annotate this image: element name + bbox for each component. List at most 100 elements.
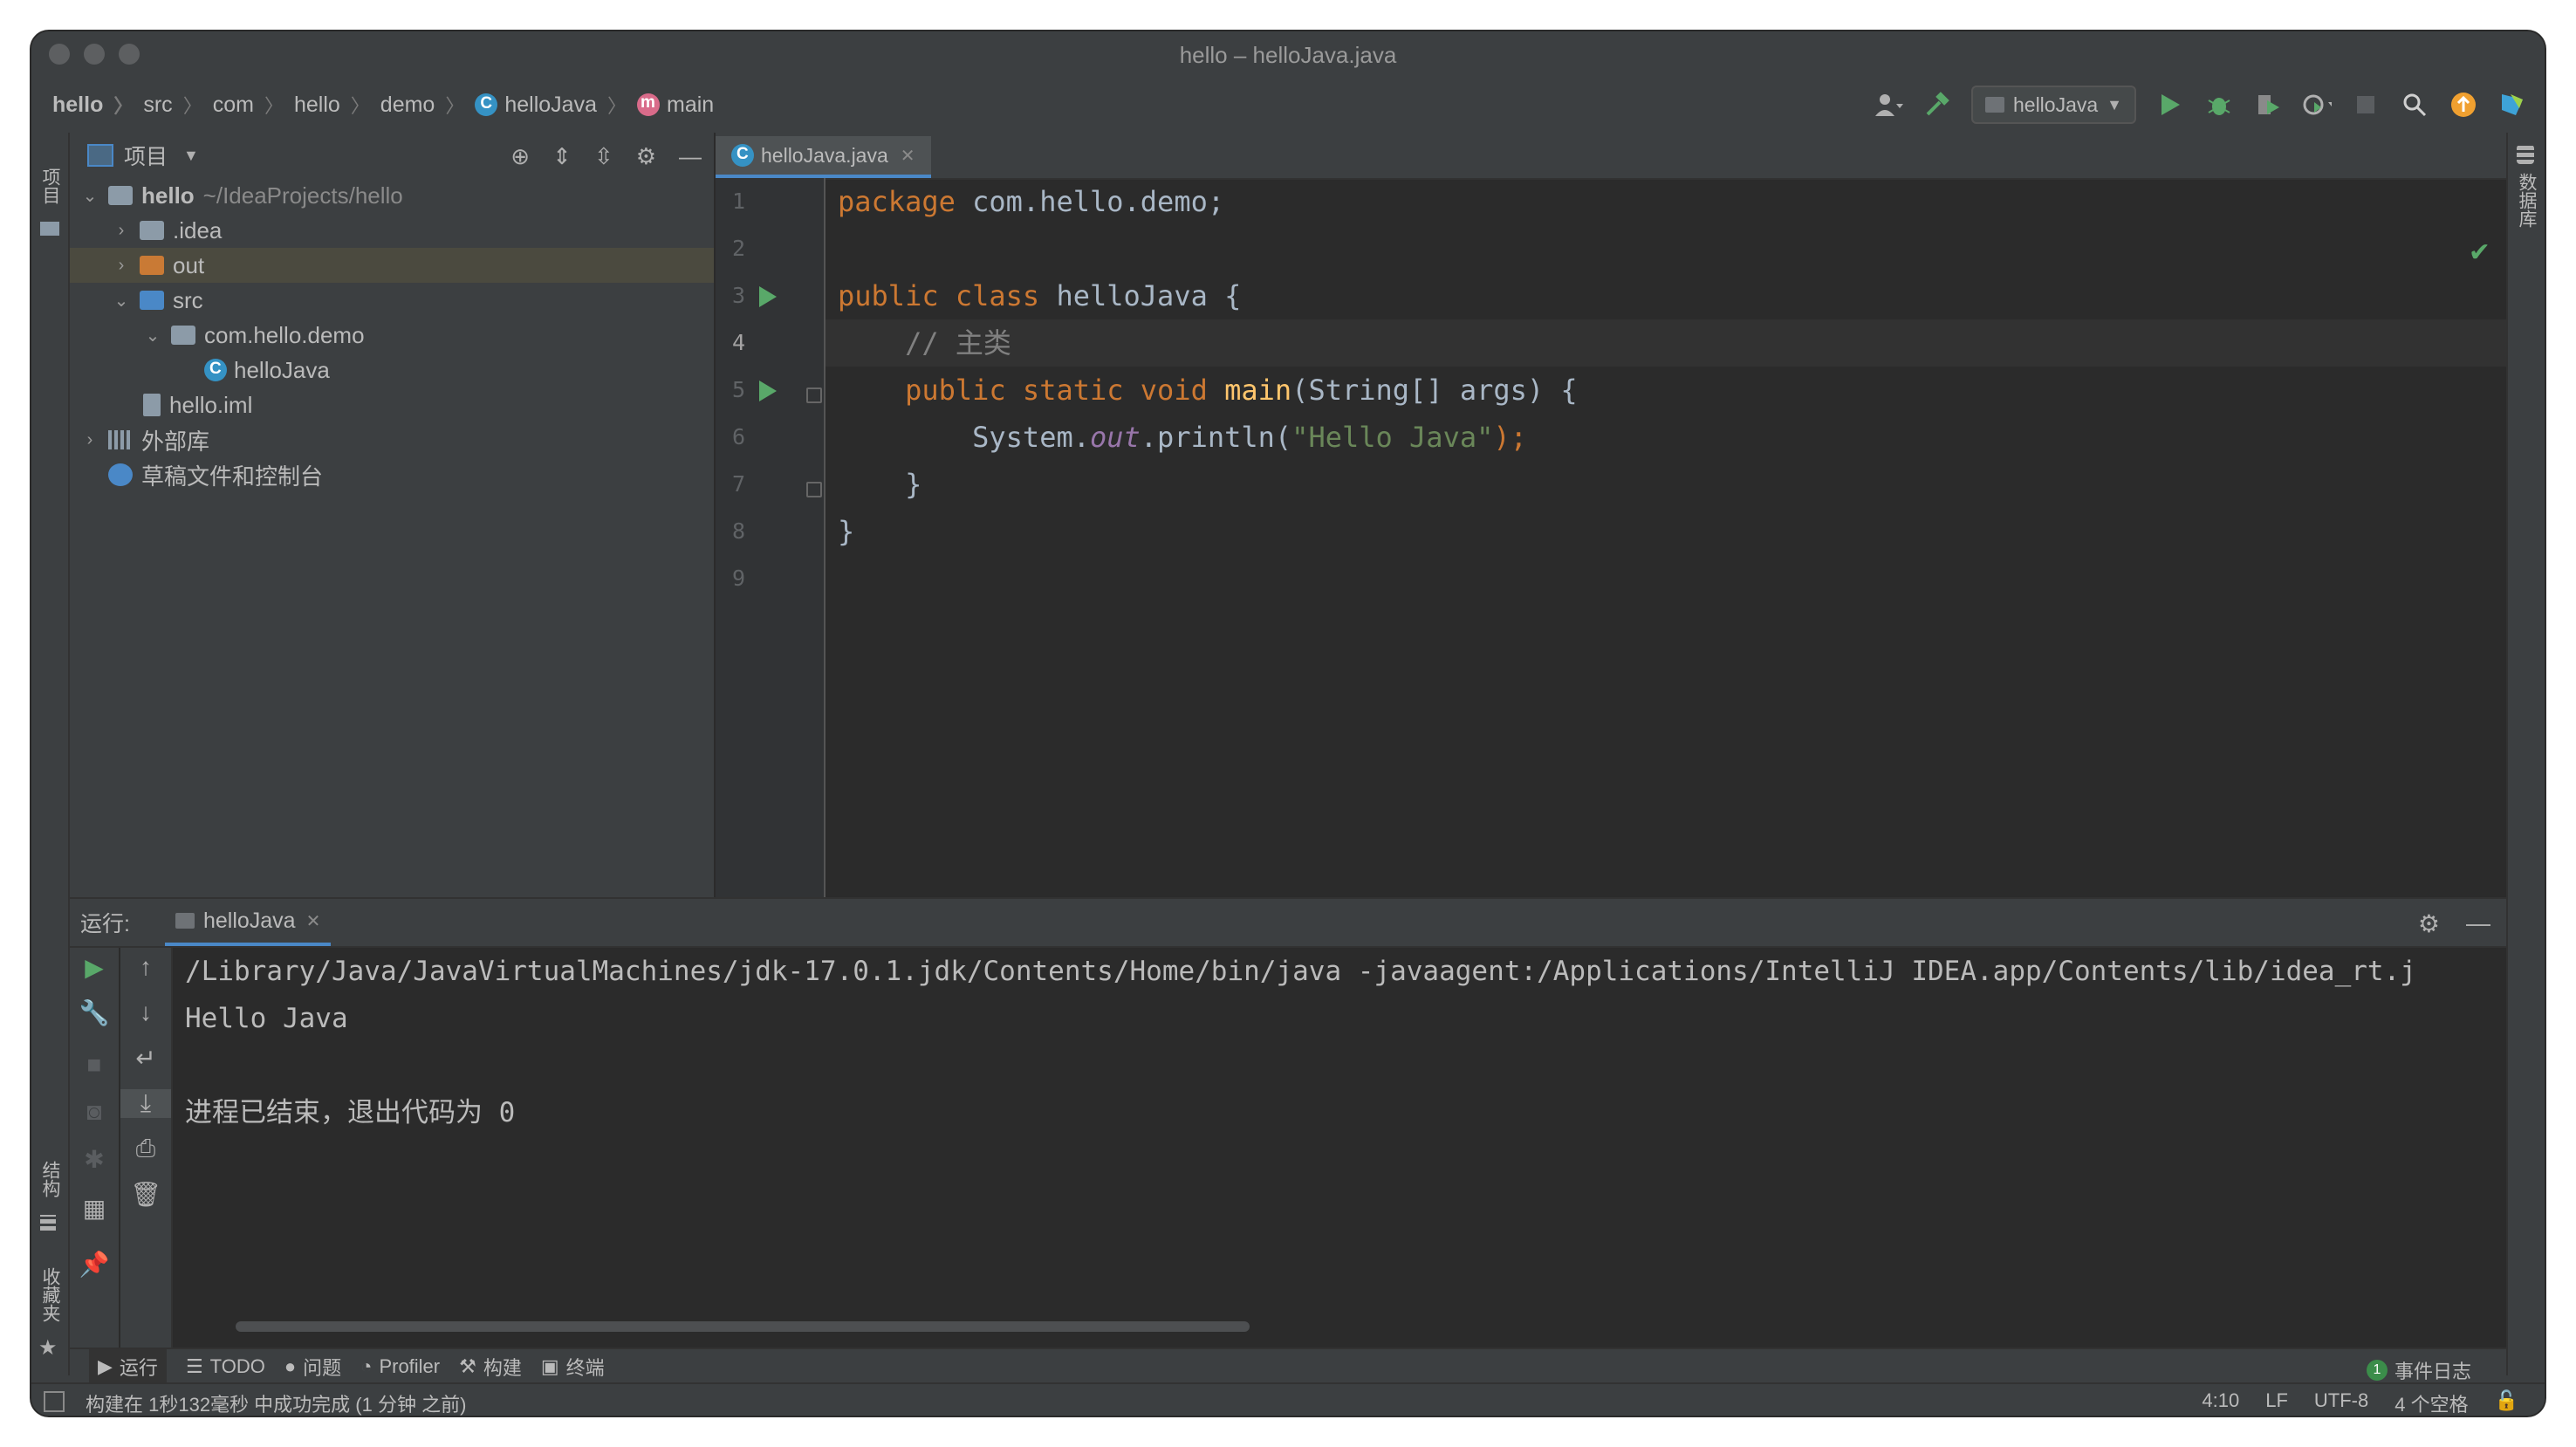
line-separator[interactable]: LF [2265,1389,2288,1416]
pin-icon[interactable]: 📌 [70,1250,119,1279]
line-number: 7 [731,471,745,497]
breadcrumb-com[interactable]: com 〉 [213,91,294,119]
user-icon[interactable] [1874,90,1903,120]
tree-item-project-root[interactable]: ⌄ hello ~/IdeaProjects/hello [70,178,714,213]
gear-icon[interactable]: ⚙ [636,143,656,170]
file-encoding[interactable]: UTF-8 [2314,1389,2368,1416]
close-icon[interactable]: ✕ [306,910,321,932]
editor-tab[interactable]: helloJava.java ✕ [716,136,931,178]
debug-icon[interactable] [2204,90,2234,120]
down-arrow-icon[interactable]: ↓ [120,998,171,1026]
fold-icon[interactable] [806,482,822,497]
lock-icon[interactable]: 🔓 [2495,1389,2518,1416]
camera-icon[interactable]: ◙ [70,1098,119,1126]
gear-icon[interactable]: ⚙ [2418,909,2440,938]
ide-logo-icon[interactable] [2497,90,2527,120]
update-icon[interactable] [2449,90,2478,120]
tree-item-src[interactable]: ⌄ src [70,283,714,318]
line-number: 5 [731,377,745,402]
console-output[interactable]: /Library/Java/JavaVirtualMachines/jdk-17… [185,948,2454,1323]
wrench-icon[interactable]: 🔧 [70,998,119,1027]
tool-tab-build[interactable]: ⚒ 构建 [459,1353,522,1381]
layout-icon[interactable]: ▦ [70,1194,119,1223]
run-class-gutter-icon[interactable] [759,286,777,307]
project-panel-title[interactable]: 项目 [124,140,168,171]
database-tool-button[interactable]: 数据库 [2513,173,2539,228]
breadcrumb-method[interactable]: main [637,93,714,118]
run-icon[interactable] [2155,90,2185,120]
scratches-icon [108,463,133,486]
tool-tab-todo[interactable]: ☰ TODO [186,1355,265,1378]
tree-item-out[interactable]: › out [70,248,714,283]
chevron-right-icon[interactable]: › [112,256,131,276]
tree-item-package[interactable]: ⌄ com.hello.demo [70,318,714,353]
breadcrumb-project[interactable]: hello 〉 [52,91,143,119]
event-log-button[interactable]: 1 事件日志 [2366,1356,2471,1384]
breadcrumb-src[interactable]: src 〉 [143,91,212,119]
project-tool-button[interactable]: 项目 [37,168,63,204]
line-number: 1 [731,189,745,214]
chevron-down-icon[interactable]: ▼ [183,147,199,165]
excluded-folder-icon [140,256,164,275]
profiler-icon: ◔ [360,1355,373,1377]
tool-tab-profiler[interactable]: ◔ Profiler [360,1355,440,1378]
star-icon: ★ [38,1336,58,1360]
tree-item-idea[interactable]: › .idea [70,213,714,248]
tree-item-iml[interactable]: hello.iml [70,387,714,422]
tool-tab-run[interactable]: ▶ 运行 [89,1349,167,1384]
soft-wrap-icon[interactable]: ↵ [120,1044,171,1073]
run-main-gutter-icon[interactable] [759,381,777,401]
bug-icon[interactable]: ✱ [70,1145,119,1174]
hide-icon[interactable]: — [2466,909,2490,938]
locate-icon[interactable]: ⊕ [510,143,530,170]
toggle-tool-windows-icon[interactable] [44,1391,65,1412]
code-line-current: // 主类 [826,319,2506,367]
folder-icon [40,222,59,236]
chevron-down-icon[interactable]: ⌄ [112,290,131,312]
breadcrumb-hello[interactable]: hello 〉 [294,91,380,119]
tree-item-class-file[interactable]: helloJava [70,353,714,387]
expand-all-icon[interactable]: ⇕ [552,143,572,170]
breadcrumb-demo[interactable]: demo 〉 [380,91,476,119]
chevron-down-icon[interactable]: ⌄ [80,185,99,207]
breadcrumb-class[interactable]: helloJava〉 [475,91,637,119]
chevron-down-icon: ▼ [2107,95,2122,113]
favorites-tool-button[interactable]: 收藏夹 [37,1267,63,1322]
trash-icon[interactable]: 🗑 [120,1180,171,1209]
fold-icon[interactable] [806,387,822,403]
build-hammer-icon[interactable] [1922,90,1952,120]
tree-item-external-libraries[interactable]: › 外部库 [70,422,714,457]
chevron-right-icon[interactable]: › [112,221,131,241]
event-log-label: 事件日志 [2394,1361,2471,1382]
profile-icon[interactable] [2302,90,2332,120]
close-icon[interactable]: ✕ [901,145,915,167]
stop-icon[interactable] [2351,90,2381,120]
line-number: 2 [731,236,745,261]
coverage-icon[interactable] [2253,90,2283,120]
indent-setting[interactable]: 4 个空格 [2394,1389,2468,1416]
code-area[interactable]: package com.hello.demo; public class hel… [826,178,2506,897]
tool-tab-terminal[interactable]: ▣ 终端 [541,1353,605,1381]
tree-item-scratches[interactable]: 草稿文件和控制台 [70,457,714,492]
tool-tab-label: 构建 [483,1357,522,1379]
no-problems-check-icon[interactable]: ✔ [2469,237,2490,268]
search-icon[interactable] [2400,90,2429,120]
run-tab[interactable]: helloJava ✕ [164,899,332,946]
run-config-selector[interactable]: helloJava ▼ [1970,86,2136,124]
collapse-all-icon[interactable]: ⇳ [594,143,613,170]
tool-window-bar: ▶ 运行 ☰ TODO ● 问题 ◔ Profiler ⚒ 构建 ▣ 终端 1 事件日志 [70,1348,2506,1384]
caret-position[interactable]: 4:10 [2202,1389,2239,1416]
editor-gutter: 1 2 3 4 5 6 7 8 9 [716,178,826,897]
hide-icon[interactable]: — [679,143,702,170]
stop-icon[interactable]: ■ [70,1051,119,1079]
chevron-right-icon[interactable]: › [80,430,99,450]
chevron-down-icon[interactable]: ⌄ [143,325,162,346]
tool-tab-problems[interactable]: ● 问题 [284,1353,341,1381]
rerun-icon[interactable]: ▶ [70,953,119,982]
scroll-to-end-icon[interactable]: ⤓ [120,1089,171,1118]
up-arrow-icon[interactable]: ↑ [120,953,171,981]
structure-tool-button[interactable]: 结构 [37,1161,63,1197]
print-icon[interactable]: ⎙ [120,1135,171,1163]
horizontal-scrollbar[interactable] [236,1321,1250,1332]
